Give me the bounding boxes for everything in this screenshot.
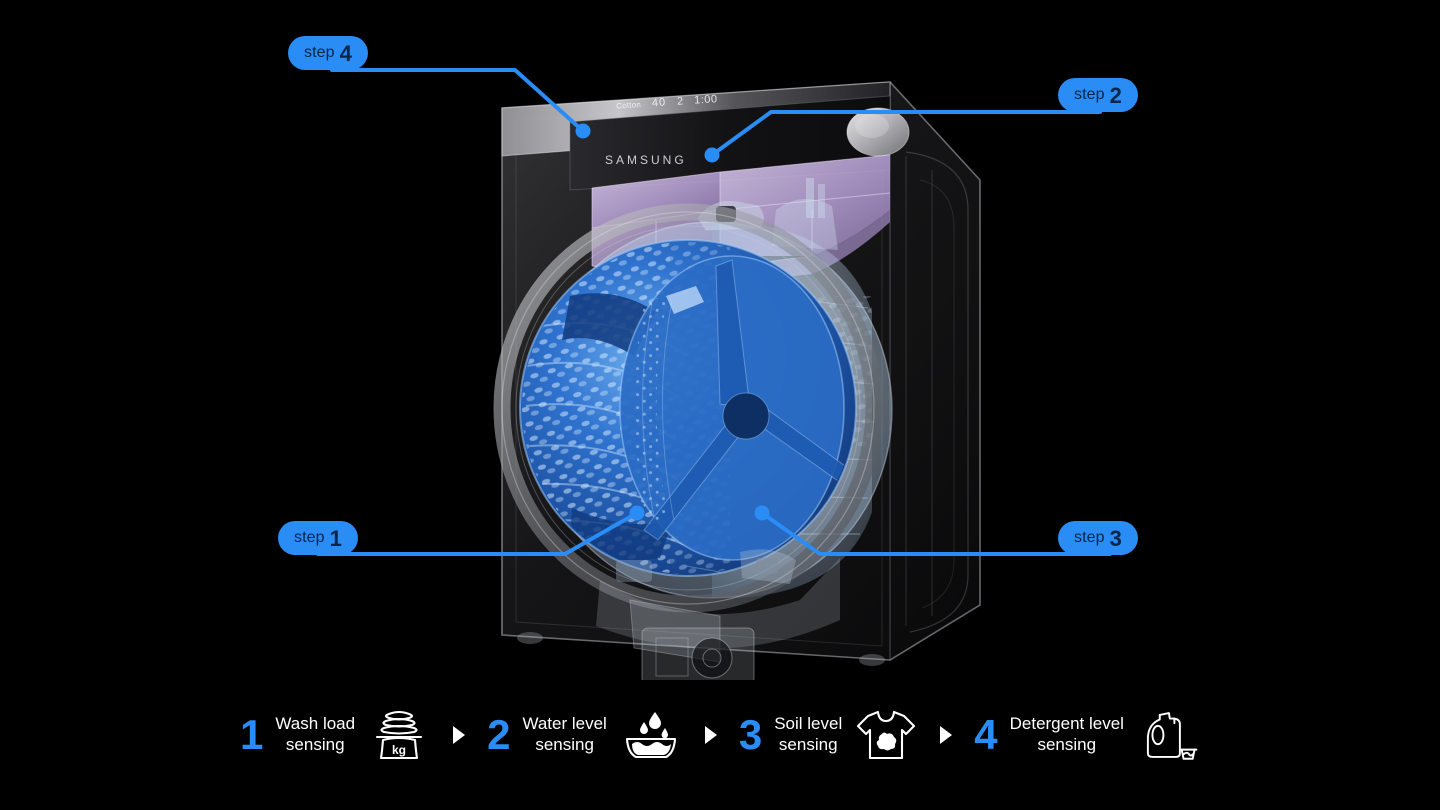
washer-cutaway-graphic: SAMSUNG bbox=[493, 81, 981, 680]
legend-step-4-label: Detergent level sensing bbox=[1010, 714, 1124, 755]
drain-pump bbox=[641, 627, 755, 680]
callout-badge-step1-word: step bbox=[294, 529, 325, 546]
legend-step-3-line1: Soil level bbox=[774, 714, 843, 734]
cycle-selector-knob[interactable] bbox=[846, 107, 910, 157]
callout-badge-step4[interactable]: step 4 bbox=[288, 36, 368, 70]
arrow-right-icon bbox=[453, 726, 466, 744]
callout-badge-step1[interactable]: step 1 bbox=[278, 521, 358, 555]
legend-step-3: 3 Soil level sensing bbox=[739, 704, 918, 766]
display-time: 1:00 bbox=[693, 93, 718, 107]
legend-step-1-label: Wash load sensing bbox=[275, 714, 355, 755]
steps-legend: 1 Wash load sensing kg 2 Water level sen… bbox=[0, 690, 1440, 780]
legend-step-2-line2: sensing bbox=[535, 735, 594, 754]
hero-illustration: SAMSUNG Cotton 40 2 1:00 step 4 step 2 s… bbox=[0, 0, 1440, 810]
legend-step-4: 4 Detergent level sensing bbox=[974, 704, 1200, 766]
callout-badge-step1-number: 1 bbox=[329, 526, 342, 551]
water-basin-droplets-icon bbox=[619, 704, 683, 766]
legend-step-1: 1 Wash load sensing kg bbox=[240, 704, 431, 766]
display-cycle: Cotton bbox=[615, 99, 642, 111]
display-temperature: 40 bbox=[651, 96, 667, 110]
legend-step-4-line1: Detergent level bbox=[1009, 714, 1124, 734]
callout-badge-step3-word: step bbox=[1074, 529, 1105, 546]
svg-text:kg: kg bbox=[392, 743, 406, 757]
step-separator-1 bbox=[431, 725, 487, 745]
legend-step-1-line2: sensing bbox=[285, 735, 345, 754]
arrow-right-icon bbox=[704, 726, 717, 744]
callout-badge-step2-number: 2 bbox=[1109, 83, 1122, 108]
legend-step-3-number: 3 bbox=[738, 711, 763, 758]
callout-badge-step2-word: step bbox=[1074, 86, 1105, 103]
legend-step-2: 2 Water level sensing bbox=[487, 704, 683, 766]
inner-drum bbox=[519, 239, 857, 577]
washing-machine-xray: SAMSUNG Cotton 40 2 1:00 bbox=[420, 60, 1020, 680]
legend-step-2-label: Water level sensing bbox=[522, 714, 606, 755]
legend-step-3-label: Soil level sensing bbox=[774, 714, 842, 755]
legend-step-1-line1: Wash load bbox=[275, 714, 356, 734]
callout-badge-step2[interactable]: step 2 bbox=[1058, 78, 1138, 112]
arrow-right-icon bbox=[940, 726, 953, 744]
brand-logo: SAMSUNG bbox=[605, 153, 687, 167]
legend-step-2-line1: Water level bbox=[522, 714, 607, 734]
callout-badge-step3[interactable]: step 3 bbox=[1058, 521, 1138, 555]
stacked-laundry-kg-icon: kg bbox=[367, 704, 431, 766]
load-sensor bbox=[616, 560, 652, 582]
legend-step-2-number: 2 bbox=[487, 711, 511, 758]
step-separator-2 bbox=[683, 725, 739, 745]
callout-badge-step3-number: 3 bbox=[1109, 526, 1122, 551]
display-rinse: 2 bbox=[676, 95, 684, 108]
legend-step-3-line2: sensing bbox=[778, 735, 838, 754]
detergent-bottle-cap-icon bbox=[1136, 704, 1200, 766]
callout-badge-step4-number: 4 bbox=[339, 41, 352, 66]
callout-badge-step4-word: step bbox=[304, 44, 335, 61]
legend-step-4-number: 4 bbox=[974, 711, 998, 758]
legend-step-4-line2: sensing bbox=[1037, 735, 1097, 754]
legend-step-1-number: 1 bbox=[240, 711, 264, 758]
step-separator-3 bbox=[918, 725, 974, 745]
stained-tshirt-icon bbox=[854, 704, 918, 766]
